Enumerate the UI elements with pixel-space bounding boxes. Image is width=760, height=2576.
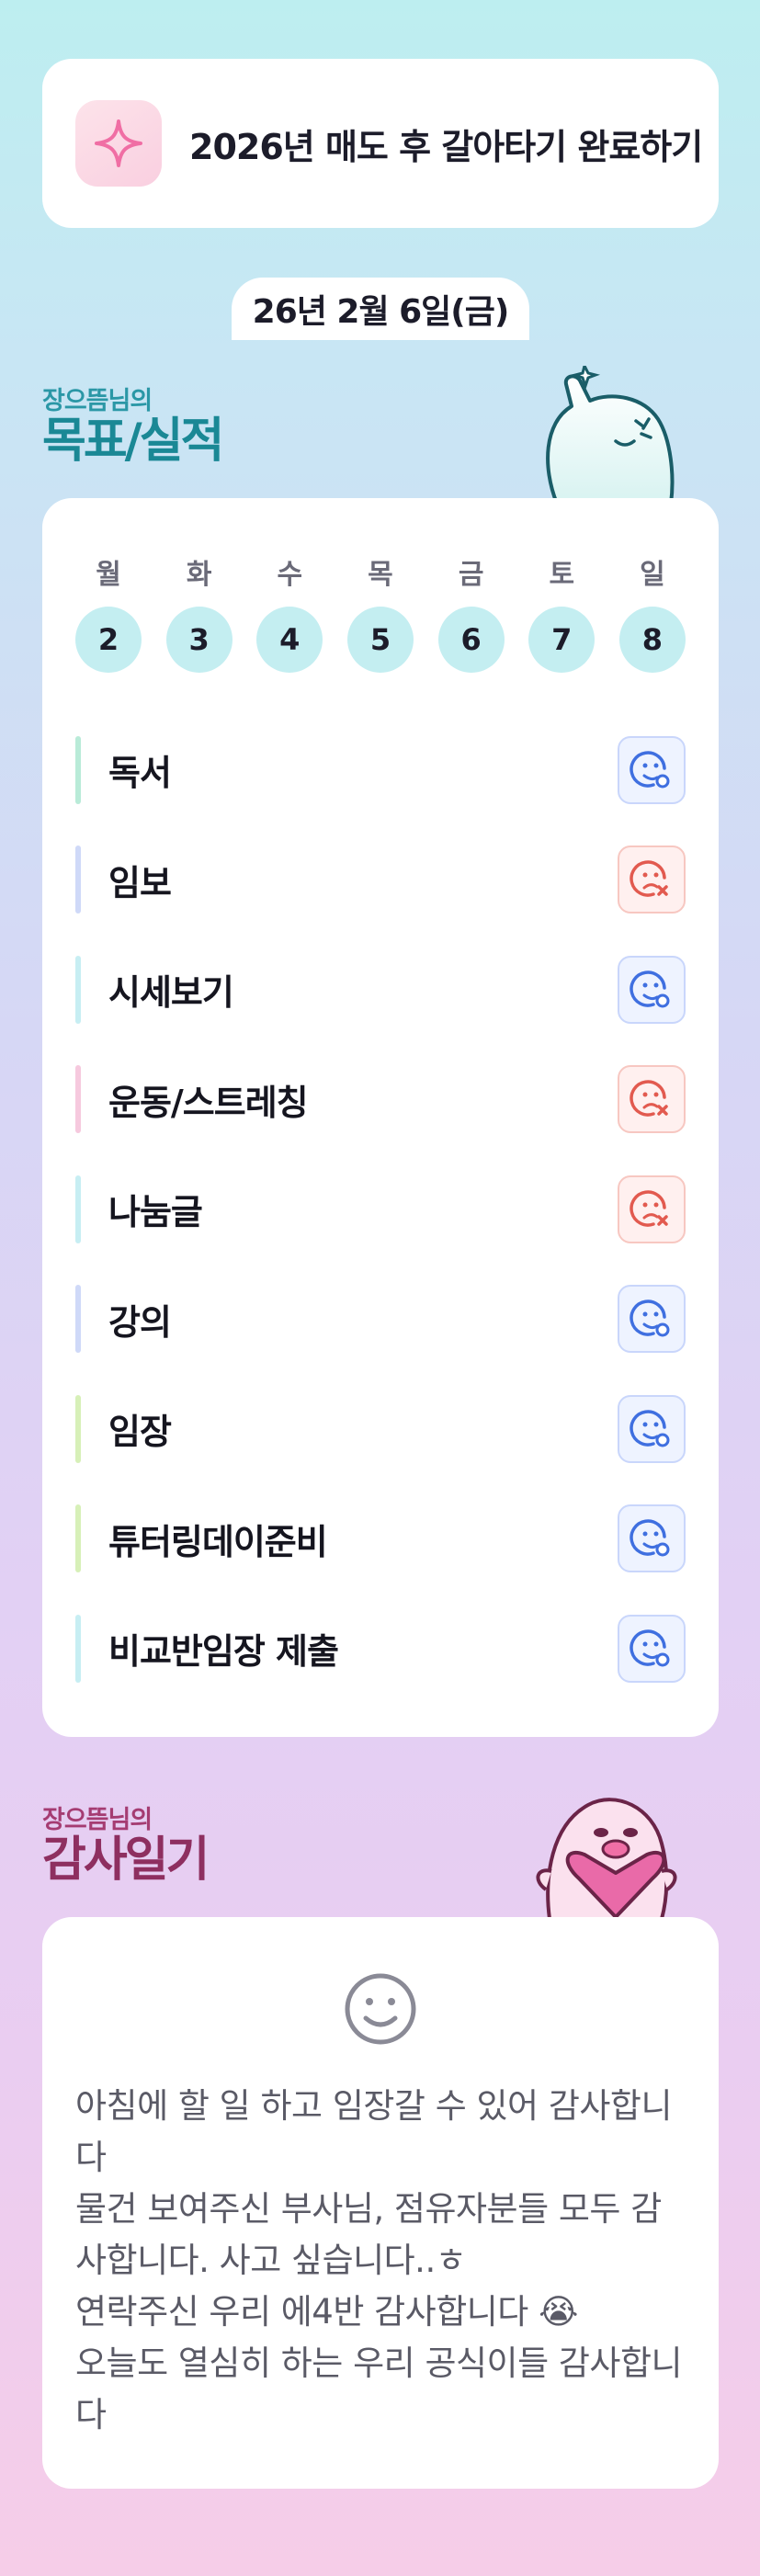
status-done-icon[interactable]	[618, 955, 686, 1024]
weekday-row: 월 화 수 목 금 토 일	[75, 551, 686, 592]
task-label: 독서	[108, 753, 172, 794]
task-color-bar	[75, 1504, 81, 1573]
task-row[interactable]: 임보	[75, 825, 686, 936]
day-button[interactable]: 4	[256, 607, 323, 673]
sparkle-icon	[75, 100, 162, 187]
task-color-bar	[75, 1394, 81, 1463]
status-done-icon[interactable]	[618, 735, 686, 804]
day-button[interactable]: 6	[437, 607, 505, 673]
task-list: 독서임보시세보기운동/스트레칭나눔글강의임장튜터링데이준비비교반임장 제출	[75, 715, 686, 1704]
task-label: 임장	[108, 1412, 172, 1453]
task-label: 강의	[108, 1301, 172, 1343]
weekday-label: 일	[640, 559, 665, 591]
status-missed-icon[interactable]	[618, 1175, 686, 1243]
date-row: 2 3 4 5 6 7 8	[75, 607, 686, 673]
goal-text: 2026년 매도 후 갈아타기 완료하기	[189, 126, 703, 167]
weekday-label: 월	[96, 559, 121, 591]
plan-card: 월 화 수 목 금 토 일 2 3 4 5 6 7 8 독서임보시세보기운동/스…	[42, 498, 719, 1737]
day-button[interactable]: 7	[528, 607, 596, 673]
task-row[interactable]: 시세보기	[75, 935, 686, 1045]
smiley-face-icon	[345, 1973, 416, 2045]
task-label: 비교반임장 제출	[108, 1631, 339, 1673]
day-button[interactable]: 3	[165, 607, 233, 673]
task-color-bar	[75, 845, 81, 914]
mascot-cheering-icon	[546, 366, 675, 504]
diary-section-heading: 장으뜸님의 감사일기	[42, 1799, 210, 1888]
task-row[interactable]: 독서	[75, 715, 686, 825]
task-row[interactable]: 나눔글	[75, 1154, 686, 1265]
day-button[interactable]: 8	[618, 607, 686, 673]
weekday-label: 화	[186, 559, 212, 591]
day-button[interactable]: 5	[346, 607, 414, 673]
status-done-icon[interactable]	[618, 1285, 686, 1354]
task-left: 나눔글	[75, 1175, 203, 1243]
status-missed-icon[interactable]	[618, 1065, 686, 1134]
diary-section-subtitle: 장으뜸님의	[42, 1806, 153, 1834]
task-left: 튜터링데이준비	[75, 1504, 328, 1573]
day-button[interactable]: 2	[75, 607, 142, 673]
task-label: 나눔글	[108, 1192, 203, 1233]
weekday-label: 금	[458, 559, 484, 591]
task-row[interactable]: 강의	[75, 1265, 686, 1375]
status-done-icon[interactable]	[618, 1614, 686, 1683]
task-left: 시세보기	[75, 955, 234, 1024]
date-label[interactable]: 26년 2월 6일(금)	[232, 278, 529, 340]
task-color-bar	[75, 735, 81, 804]
status-done-icon[interactable]	[618, 1504, 686, 1573]
task-color-bar	[75, 955, 81, 1024]
task-color-bar	[75, 1285, 81, 1354]
task-label: 시세보기	[108, 972, 234, 1014]
mascot-heart-icon	[536, 1798, 677, 1919]
task-color-bar	[75, 1614, 81, 1683]
gratitude-diary-card: 아침에 할 일 하고 임장갈 수 있어 감사합니다 물건 보여주신 부사님, 점…	[42, 1917, 719, 2489]
plan-section-title: 목표/실적	[42, 414, 224, 469]
task-left: 임장	[75, 1394, 172, 1463]
weekday-label: 토	[549, 559, 575, 591]
task-label: 운동/스트레칭	[108, 1082, 309, 1123]
task-left: 비교반임장 제출	[75, 1614, 339, 1683]
task-label: 튜터링데이준비	[108, 1521, 328, 1562]
plan-section-heading: 장으뜸님의 목표/실적	[42, 380, 224, 469]
task-color-bar	[75, 1175, 81, 1243]
weekday-label: 목	[368, 559, 393, 591]
task-left: 운동/스트레칭	[75, 1065, 309, 1134]
plan-section-subtitle: 장으뜸님의	[42, 387, 153, 415]
weekday-label: 수	[277, 559, 303, 591]
task-label: 임보	[108, 862, 172, 903]
task-row[interactable]: 비교반임장 제출	[75, 1594, 686, 1704]
task-color-bar	[75, 1065, 81, 1134]
diary-text: 아침에 할 일 하고 임장갈 수 있어 감사합니다 물건 보여주신 부사님, 점…	[75, 2086, 683, 2434]
task-left: 독서	[75, 735, 172, 804]
task-row[interactable]: 운동/스트레칭	[75, 1045, 686, 1155]
task-row[interactable]: 임장	[75, 1374, 686, 1484]
goal-card[interactable]: 2026년 매도 후 갈아타기 완료하기	[42, 59, 719, 228]
status-done-icon[interactable]	[618, 1394, 686, 1463]
task-left: 강의	[75, 1285, 172, 1354]
task-left: 임보	[75, 845, 172, 914]
diary-section-title: 감사일기	[42, 1833, 210, 1888]
task-row[interactable]: 튜터링데이준비	[75, 1484, 686, 1594]
status-missed-icon[interactable]	[618, 845, 686, 914]
